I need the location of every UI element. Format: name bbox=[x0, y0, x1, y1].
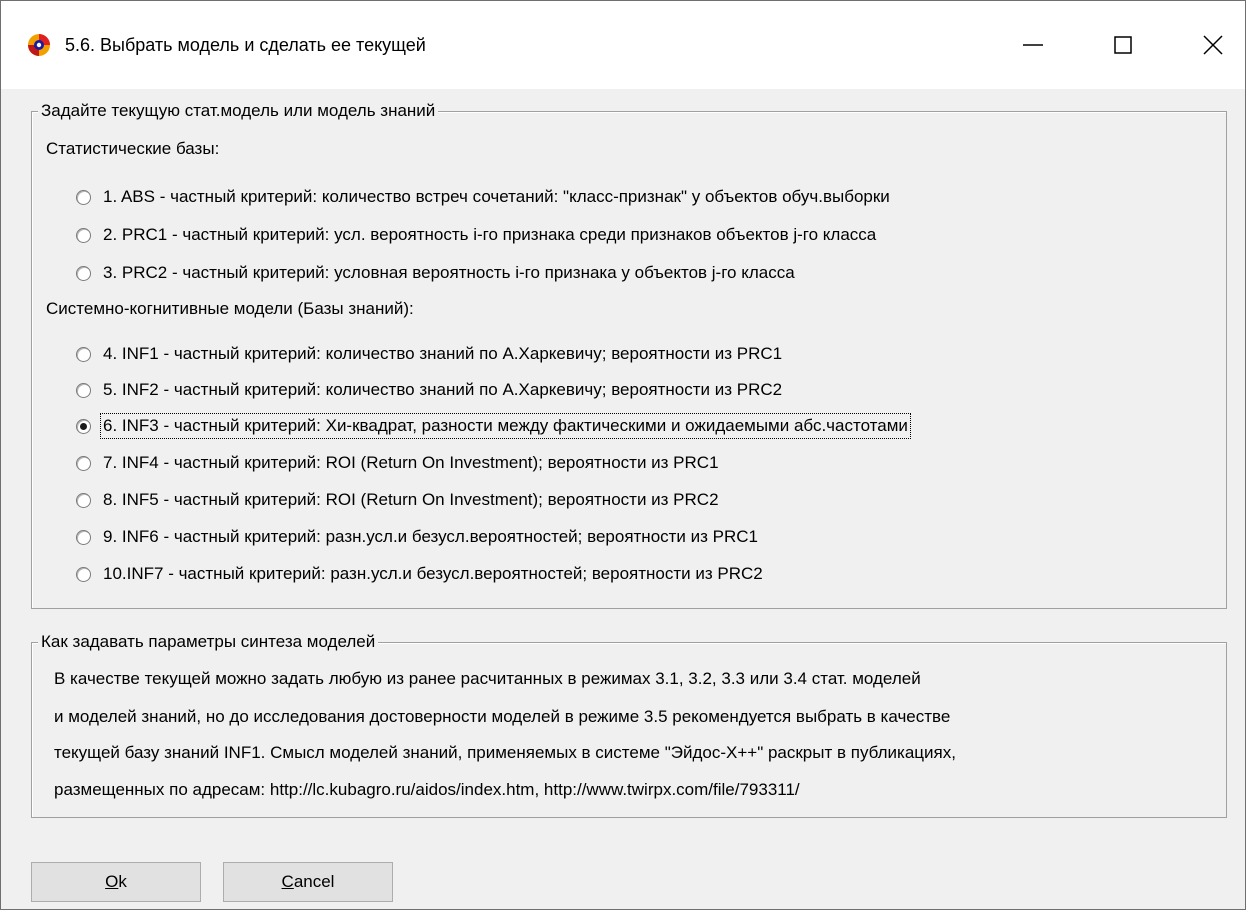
help-text-line: размещенных по адресам: http://lc.kubagr… bbox=[54, 780, 800, 799]
ok-button[interactable]: Ok bbox=[31, 862, 201, 902]
radio-button-selected[interactable] bbox=[76, 418, 91, 434]
radio-button[interactable] bbox=[76, 566, 91, 582]
radio-label: 8. INF5 - частный критерий: ROI (Return … bbox=[103, 490, 719, 509]
title-bar[interactable]: 5.6. Выбрать модель и сделать ее текущей bbox=[1, 1, 1245, 89]
help-group: Как задавать параметры синтеза моделей В… bbox=[31, 631, 1227, 818]
radio-option-prc1[interactable]: 2. PRC1 - частный критерий: усл. вероятн… bbox=[76, 222, 878, 248]
app-logo-icon bbox=[28, 34, 50, 56]
radio-button[interactable] bbox=[76, 265, 91, 281]
radio-option-inf7[interactable]: 10.INF7 - частный критерий: разн.усл.и б… bbox=[76, 561, 765, 587]
radio-label: 1. ABS - частный критерий: количество вс… bbox=[103, 187, 890, 206]
radio-option-inf1[interactable]: 4. INF1 - частный критерий: количество з… bbox=[76, 341, 784, 367]
radio-label: 4. INF1 - частный критерий: количество з… bbox=[103, 344, 783, 363]
ok-accel: O bbox=[105, 872, 119, 891]
radio-option-inf3[interactable]: 6. INF3 - частный критерий: Хи-квадрат, … bbox=[76, 413, 911, 439]
radio-option-inf5[interactable]: 8. INF5 - частный критерий: ROI (Return … bbox=[76, 487, 721, 513]
window-title: 5.6. Выбрать модель и сделать ее текущей bbox=[65, 35, 426, 55]
radio-option-prc2[interactable]: 3. PRC2 - частный критерий: условная вер… bbox=[76, 260, 797, 286]
help-text-line: текущей базу знаний INF1. Смысл моделей … bbox=[54, 743, 956, 762]
minimize-icon[interactable] bbox=[1013, 27, 1053, 63]
radio-label: 3. PRC2 - частный критерий: условная вер… bbox=[103, 263, 795, 282]
radio-option-inf2[interactable]: 5. INF2 - частный критерий: количество з… bbox=[76, 377, 784, 403]
radio-label: 7. INF4 - частный критерий: ROI (Return … bbox=[103, 453, 719, 472]
radio-button[interactable] bbox=[76, 529, 91, 545]
cancel-button[interactable]: Cancel bbox=[223, 862, 393, 902]
cancel-label-rest: ancel bbox=[293, 872, 335, 891]
stat-bases-label: Статистические базы: bbox=[46, 139, 220, 158]
close-icon[interactable] bbox=[1193, 27, 1233, 63]
radio-button[interactable] bbox=[76, 455, 91, 471]
help-text-line: В качестве текущей можно задать любую из… bbox=[54, 669, 921, 688]
help-text-line: и моделей знаний, но до исследования дос… bbox=[54, 707, 951, 726]
radio-option-inf6[interactable]: 9. INF6 - частный критерий: разн.усл.и б… bbox=[76, 524, 760, 550]
radio-label: 2. PRC1 - частный критерий: усл. вероятн… bbox=[103, 225, 877, 244]
radio-label: 5. INF2 - частный критерий: количество з… bbox=[103, 380, 783, 399]
model-group-legend: Задайте текущую стат.модель или модель з… bbox=[38, 100, 439, 122]
ok-label-rest: k bbox=[118, 872, 127, 891]
radio-button[interactable] bbox=[76, 227, 91, 243]
radio-label: 10.INF7 - частный критерий: разн.усл.и б… bbox=[103, 564, 763, 583]
radio-option-inf4[interactable]: 7. INF4 - частный критерий: ROI (Return … bbox=[76, 450, 721, 476]
maximize-icon[interactable] bbox=[1103, 27, 1143, 63]
dialog-window: 5.6. Выбрать модель и сделать ее текущей… bbox=[0, 0, 1246, 910]
radio-button[interactable] bbox=[76, 492, 91, 508]
model-selection-group: Задайте текущую стат.модель или модель з… bbox=[31, 100, 1227, 609]
radio-label: 9. INF6 - частный критерий: разн.усл.и б… bbox=[103, 527, 759, 546]
help-group-legend: Как задавать параметры синтеза моделей bbox=[38, 631, 379, 653]
radio-option-abs[interactable]: 1. ABS - частный критерий: количество вс… bbox=[76, 184, 892, 210]
radio-button[interactable] bbox=[76, 382, 91, 398]
cancel-accel: C bbox=[281, 872, 294, 891]
radio-button[interactable] bbox=[76, 189, 91, 205]
radio-button[interactable] bbox=[76, 346, 91, 362]
radio-label: 6. INF3 - частный критерий: Хи-квадрат, … bbox=[100, 413, 911, 439]
knowledge-bases-label: Системно-когнитивные модели (Базы знаний… bbox=[46, 299, 414, 318]
